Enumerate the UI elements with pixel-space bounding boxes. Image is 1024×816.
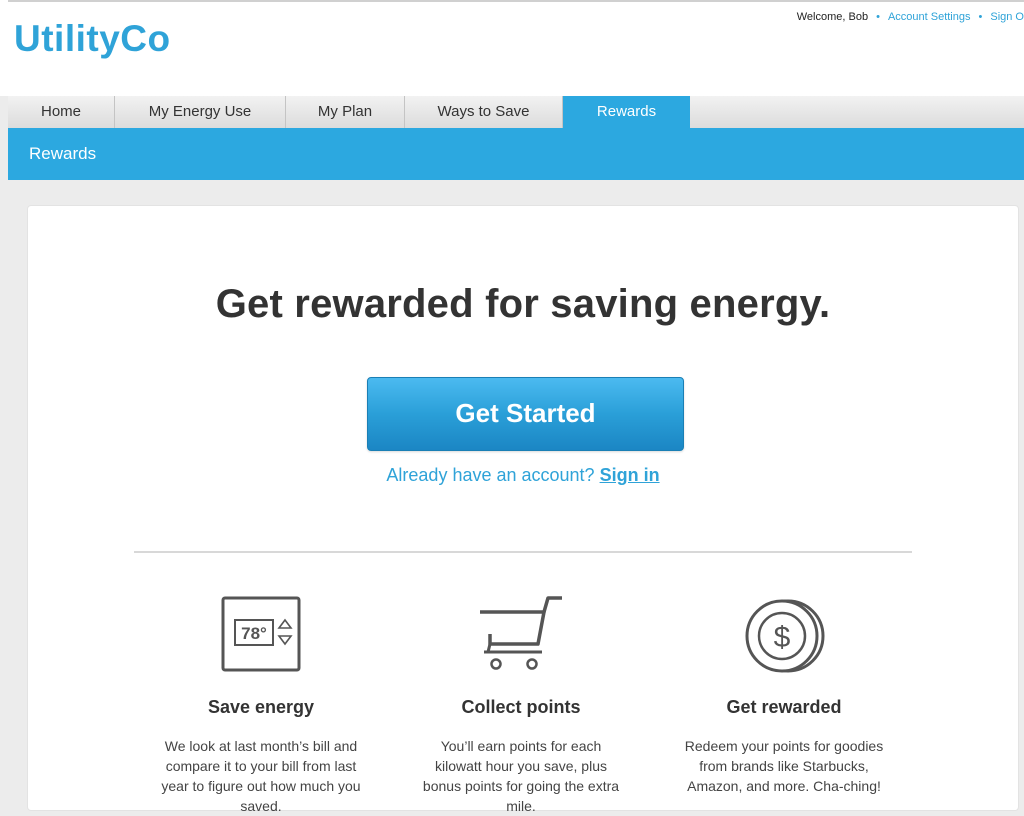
feature-title: Collect points [461, 697, 581, 717]
utility-links: Welcome, Bob • Account Settings • Sign O [797, 11, 1024, 23]
top-border [8, 0, 1024, 2]
separator-dot: • [876, 11, 880, 23]
site-header: UtilityCo Welcome, Bob • Account Settings •… [0, 0, 1024, 96]
feature-title: Get rewarded [726, 697, 842, 717]
tab-rewards[interactable]: Rewards [563, 96, 690, 129]
sign-out-link[interactable]: Sign O [990, 11, 1024, 23]
feature-description: You’ll earn points for each kilowatt hou… [422, 738, 620, 814]
welcome-text: Welcome, Bob [796, 11, 869, 23]
tab-home[interactable]: Home [8, 96, 115, 128]
dollar-coin-icon: $ [659, 596, 909, 676]
sub-nav-bar: Rewards [8, 128, 1024, 180]
rewards-card: Get rewarded for saving energy. Get Star… [27, 205, 1019, 814]
sub-nav-title[interactable]: Rewards [29, 144, 96, 164]
feature-description: We look at last month’s bill and compare… [161, 738, 361, 814]
tab-my-energy-use[interactable]: My Energy Use [115, 96, 286, 128]
account-prompt: Already have an account? Sign in [28, 465, 1018, 486]
tab-ways-to-save[interactable]: Ways to Save [405, 96, 563, 128]
account-settings-link[interactable]: Account Settings [888, 11, 971, 23]
feature-collect-points: Collect points You’ll earn points for ea… [396, 596, 646, 816]
account-prompt-text: Already have an account? [386, 465, 595, 485]
page-headline: Get rewarded for saving energy. [215, 282, 831, 326]
coin-symbol: $ [774, 621, 791, 654]
shopping-cart-icon [396, 596, 646, 676]
utilityco-logo[interactable]: UtilityCo [14, 18, 171, 60]
sign-in-link[interactable]: Sign in [600, 465, 660, 485]
main-nav: Home My Energy Use My Plan Ways to Save … [8, 96, 1024, 129]
get-started-button[interactable]: Get Started [367, 377, 684, 451]
divider [134, 551, 912, 553]
thermostat-reading: 78° [241, 624, 267, 643]
feature-save-energy: 78° Save energy We look at last month’s … [136, 596, 386, 816]
feature-get-rewarded: $ Get rewarded Redeem your points for go… [659, 596, 909, 796]
tab-my-plan[interactable]: My Plan [286, 96, 405, 128]
feature-description: Redeem your points for goodies from bran… [684, 738, 884, 794]
separator-dot: • [978, 11, 983, 23]
feature-title: Save energy [207, 697, 315, 717]
thermostat-icon: 78° [136, 596, 386, 676]
